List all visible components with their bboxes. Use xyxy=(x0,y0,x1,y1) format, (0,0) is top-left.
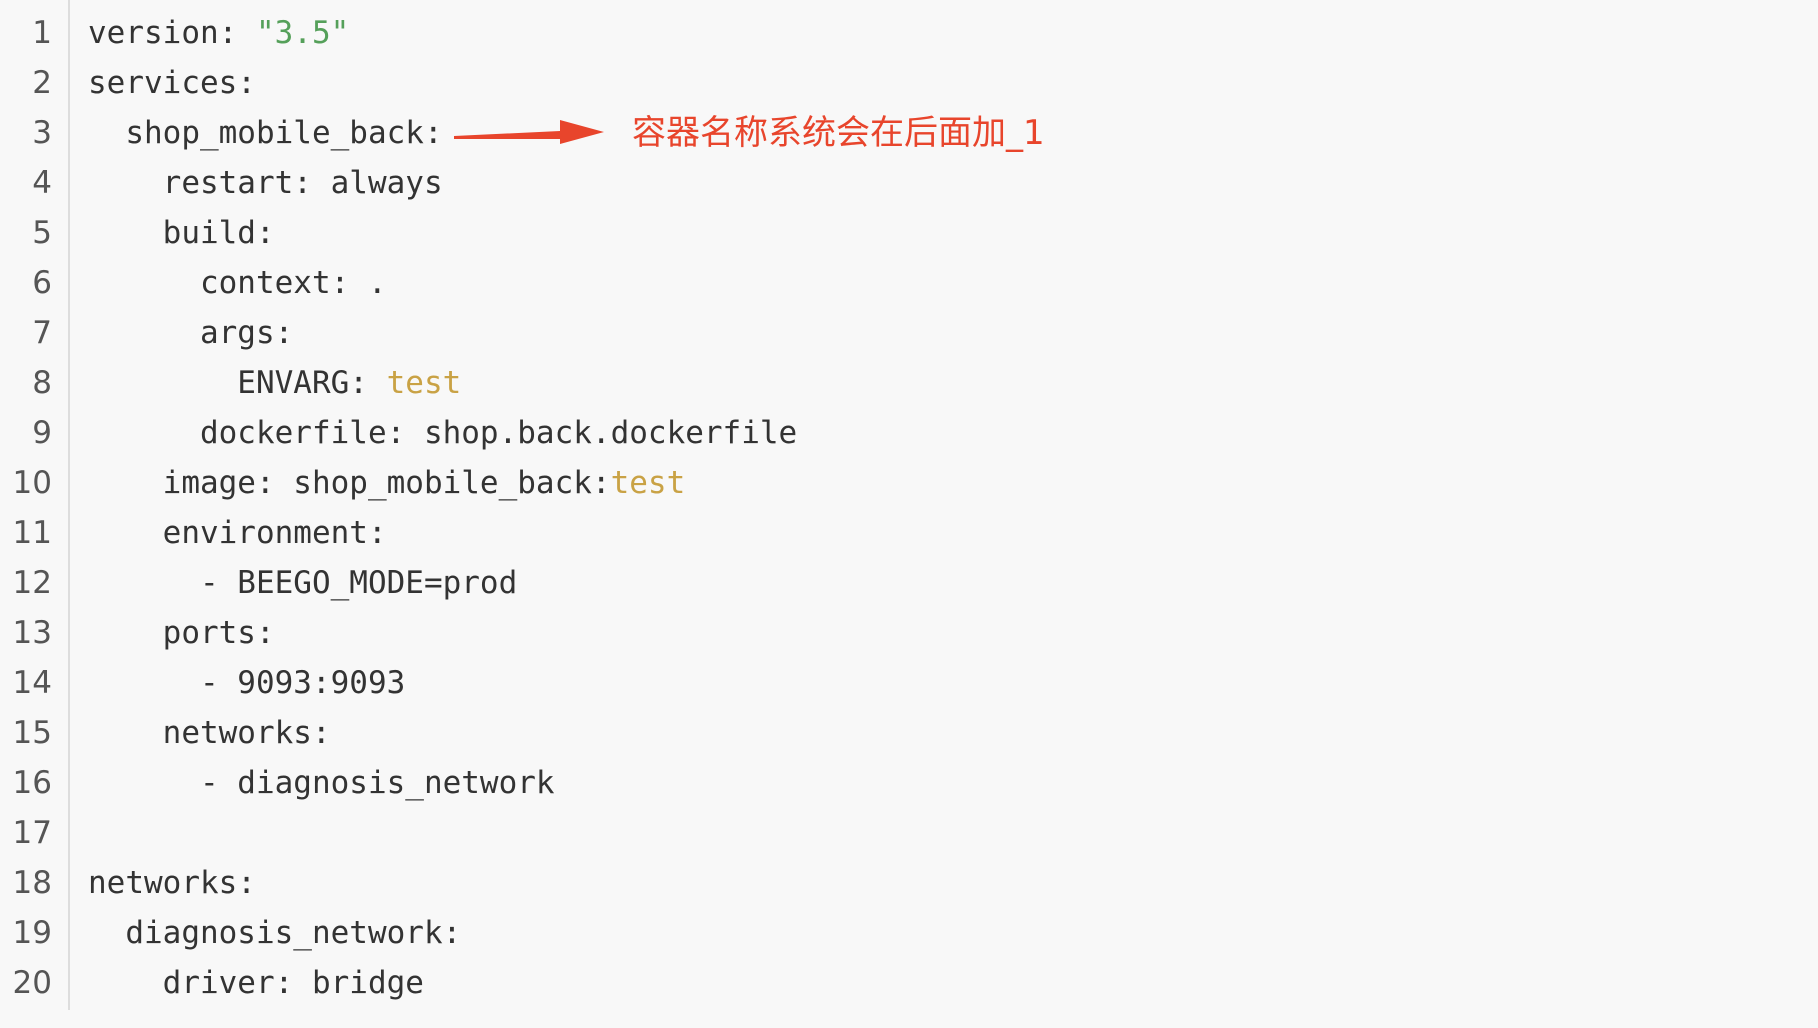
code-token: services: xyxy=(88,65,256,101)
value-token: test xyxy=(386,365,462,401)
code-line: diagnosis_network: xyxy=(88,908,461,958)
line-number: 16 xyxy=(12,765,52,801)
string-token: "3.5" xyxy=(255,15,350,51)
line-number: 14 xyxy=(12,665,52,701)
code-token: args: xyxy=(88,315,294,351)
code-line: restart: always xyxy=(88,158,443,208)
line-number: 17 xyxy=(12,815,52,851)
line-number: 8 xyxy=(32,365,52,401)
code-token: ENVARG: xyxy=(88,365,387,401)
code-token: networks: xyxy=(88,715,331,751)
code-line: image: shop_mobile_back:test xyxy=(88,458,686,508)
code-token: - BEEGO_MODE=prod xyxy=(88,565,518,601)
code-token: environment: xyxy=(88,515,387,551)
line-number: 9 xyxy=(32,415,52,451)
line-number: 2 xyxy=(32,65,52,101)
code-editor[interactable]: 1 2 3 4 5 6 7 8 9 10 11 12 13 14 15 16 17 18 19 20 version:… xyxy=(0,0,1818,1028)
code-line: driver: bridge xyxy=(88,958,424,1008)
code-token: build: xyxy=(88,215,275,251)
line-number: 13 xyxy=(12,615,52,651)
code-line: shop_mobile_back: xyxy=(88,108,443,158)
code-line: networks: xyxy=(88,858,256,908)
code-token: restart: always xyxy=(88,165,443,201)
code-token: shop_mobile_back: xyxy=(88,115,443,151)
code-line: context: . xyxy=(88,258,387,308)
line-number: 11 xyxy=(12,515,52,551)
code-line: args: xyxy=(88,308,293,358)
line-number: 5 xyxy=(32,215,52,251)
code-token: version: xyxy=(88,15,256,51)
code-line: - BEEGO_MODE=prod xyxy=(88,558,517,608)
code-line: ENVARG: test xyxy=(88,358,461,408)
annotation-label: 容器名称系统会在后面加_1 xyxy=(632,113,1045,153)
line-number: 7 xyxy=(32,315,52,351)
code-line: ports: xyxy=(88,608,275,658)
code-token: image: shop_mobile_back: xyxy=(88,465,611,501)
line-number: 19 xyxy=(12,915,52,951)
value-token: test xyxy=(610,465,686,501)
code-line: - diagnosis_network xyxy=(88,758,555,808)
line-number-gutter: 1 2 3 4 5 6 7 8 9 10 11 12 13 14 15 16 17 18 19 20 xyxy=(0,0,70,1010)
code-line: dockerfile: shop.back.dockerfile xyxy=(88,408,797,458)
code-token: ports: xyxy=(88,615,275,651)
code-token: - 9093:9093 xyxy=(88,665,406,701)
arrow-icon xyxy=(454,120,604,144)
code-line: environment: xyxy=(88,508,387,558)
line-number: 15 xyxy=(12,715,52,751)
code-line: - 9093:9093 xyxy=(88,658,405,708)
code-token: context: . xyxy=(88,265,387,301)
code-line: services: xyxy=(88,58,256,108)
line-number: 20 xyxy=(12,965,52,1001)
line-number: 12 xyxy=(12,565,52,601)
line-number: 1 xyxy=(32,15,52,51)
line-number: 3 xyxy=(32,115,52,151)
line-number: 10 xyxy=(12,465,52,501)
line-number: 6 xyxy=(32,265,52,301)
code-token: dockerfile: shop.back.dockerfile xyxy=(88,415,798,451)
code-token: - diagnosis_network xyxy=(88,765,555,801)
line-number: 4 xyxy=(32,165,52,201)
code-line: version: "3.5" xyxy=(88,8,349,58)
code-token: diagnosis_network: xyxy=(88,915,462,951)
code-line: build: xyxy=(88,208,275,258)
code-line: networks: xyxy=(88,708,331,758)
line-number: 18 xyxy=(12,865,52,901)
code-token: driver: bridge xyxy=(88,965,424,1001)
code-token: networks: xyxy=(88,865,256,901)
